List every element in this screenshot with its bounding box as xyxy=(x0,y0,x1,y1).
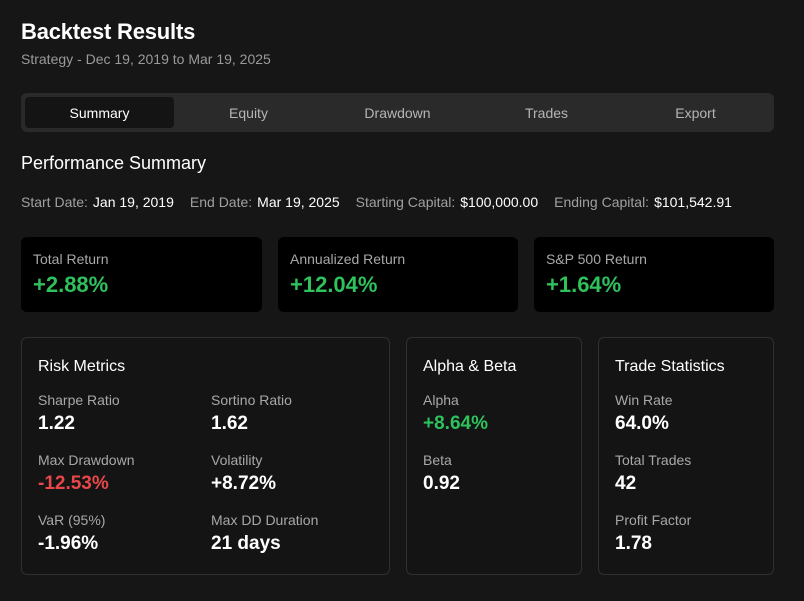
tab-equity[interactable]: Equity xyxy=(174,97,323,128)
metric-profit-factor: Profit Factor 1.78 xyxy=(615,512,691,555)
risk-metrics-panel: Risk Metrics Sharpe Ratio 1.22 Sortino R… xyxy=(21,337,390,575)
tab-export[interactable]: Export xyxy=(621,97,770,128)
alpha-beta-panel: Alpha & Beta Alpha +8.64% Beta 0.92 xyxy=(406,337,582,575)
meta-start-date: Start Date: Jan 19, 2019 xyxy=(21,194,174,210)
metric-value: 1.22 xyxy=(38,413,75,434)
kpi-sp500-return: S&P 500 Return +1.64% xyxy=(534,237,774,312)
meta-label: End Date: xyxy=(189,194,253,210)
meta-value: $100,000.00 xyxy=(460,194,539,210)
metric-value: 0.92 xyxy=(423,473,460,494)
tab-summary[interactable]: Summary xyxy=(25,97,174,128)
metric-value: 21 days xyxy=(211,533,281,554)
backtest-results-page: Backtest Results Strategy - Dec 19, 2019… xyxy=(0,0,804,601)
metric-value: 64.0% xyxy=(615,413,669,434)
kpi-total-return: Total Return +2.88% xyxy=(21,237,262,312)
meta-label: Ending Capital: xyxy=(554,194,650,210)
metric-sharpe-ratio: Sharpe Ratio 1.22 xyxy=(38,392,120,435)
metric-label: Max Drawdown xyxy=(38,452,135,468)
meta-value: $101,542.91 xyxy=(654,194,732,210)
metric-value: 42 xyxy=(615,473,637,494)
metric-total-trades: Total Trades 42 xyxy=(615,452,691,495)
metric-label: VaR (95%) xyxy=(38,512,106,528)
kpi-label: S&P 500 Return xyxy=(546,251,647,267)
metric-alpha: Alpha +8.64% xyxy=(423,392,488,435)
metric-value: 1.78 xyxy=(615,533,652,554)
panel-title: Trade Statistics xyxy=(615,358,725,375)
metric-label: Profit Factor xyxy=(615,512,692,528)
kpi-value: +1.64% xyxy=(546,272,622,297)
metric-max-drawdown: Max Drawdown -12.53% xyxy=(38,452,134,495)
metric-value: -1.96% xyxy=(38,533,99,554)
panel-title: Alpha & Beta xyxy=(423,358,517,375)
metric-var-95: VaR (95%) -1.96% xyxy=(38,512,105,555)
panel-title: Risk Metrics xyxy=(38,358,126,375)
kpi-value: +2.88% xyxy=(33,272,109,297)
metric-value: 1.62 xyxy=(211,413,248,434)
metric-max-dd-duration: Max DD Duration 21 days xyxy=(211,512,318,555)
kpi-label: Total Return xyxy=(33,251,109,267)
metric-sortino-ratio: Sortino Ratio 1.62 xyxy=(211,392,292,435)
metric-label: Alpha xyxy=(423,392,459,408)
metric-label: Max DD Duration xyxy=(211,512,319,528)
metric-label: Sortino Ratio xyxy=(211,392,292,408)
meta-value: Jan 19, 2019 xyxy=(92,194,174,210)
metric-label: Sharpe Ratio xyxy=(38,392,120,408)
meta-ending-capital: Ending Capital: $101,542.91 xyxy=(554,194,732,210)
meta-value: Mar 19, 2025 xyxy=(257,194,340,210)
kpi-value: +12.04% xyxy=(290,272,378,297)
tab-bar: Summary Equity Drawdown Trades Export xyxy=(21,93,774,132)
kpi-annualized-return: Annualized Return +12.04% xyxy=(278,237,518,312)
metric-label: Beta xyxy=(423,452,452,468)
kpi-label: Annualized Return xyxy=(290,251,406,267)
metric-label: Total Trades xyxy=(615,452,692,468)
metric-label: Win Rate xyxy=(615,392,673,408)
section-title: Performance Summary xyxy=(21,153,207,173)
page-subtitle: Strategy - Dec 19, 2019 to Mar 19, 2025 xyxy=(21,51,271,67)
summary-meta-row: Start Date: Jan 19, 2019 End Date: Mar 1… xyxy=(21,194,732,210)
metric-label: Volatility xyxy=(211,452,263,468)
metric-beta: Beta 0.92 xyxy=(423,452,460,495)
metric-value: +8.72% xyxy=(211,473,276,494)
metric-value: +8.64% xyxy=(423,413,488,434)
meta-label: Start Date: xyxy=(21,194,88,210)
page-title: Backtest Results xyxy=(21,19,196,44)
tab-trades[interactable]: Trades xyxy=(472,97,621,128)
meta-end-date: End Date: Mar 19, 2025 xyxy=(190,194,340,210)
metric-win-rate: Win Rate 64.0% xyxy=(615,392,673,435)
metric-value: -12.53% xyxy=(38,473,109,494)
meta-label: Starting Capital: xyxy=(355,194,456,210)
meta-starting-capital: Starting Capital: $100,000.00 xyxy=(356,194,538,210)
tab-drawdown[interactable]: Drawdown xyxy=(323,97,472,128)
metric-volatility: Volatility +8.72% xyxy=(211,452,276,495)
trade-statistics-panel: Trade Statistics Win Rate 64.0% Total Tr… xyxy=(598,337,774,575)
